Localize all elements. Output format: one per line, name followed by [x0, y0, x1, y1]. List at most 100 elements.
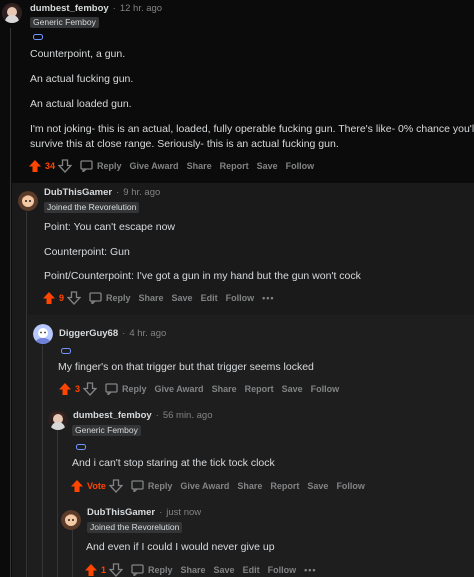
downvote-icon[interactable]	[108, 479, 123, 493]
comment-text: And i can't stop staring at the tick toc…	[72, 457, 275, 469]
timestamp[interactable]: 56 min. ago	[163, 410, 213, 422]
comment-text: And even if I could I would never give u…	[86, 541, 275, 553]
avatar[interactable]	[18, 191, 38, 211]
downvote-icon[interactable]	[67, 291, 82, 305]
comment-actions: Vote Reply Give Award Share Report Save …	[70, 479, 365, 493]
thread-line[interactable]	[72, 528, 73, 577]
timestamp[interactable]: just now	[166, 507, 201, 519]
username[interactable]: DiggerGuy68	[59, 328, 118, 340]
follow-button[interactable]: Follow	[268, 565, 297, 575]
comment-actions: 1 Reply Share Save Edit Follow •••	[84, 563, 317, 577]
thread-line[interactable]	[26, 212, 27, 577]
give-award-button[interactable]: Give Award	[155, 384, 204, 394]
reply-label: Reply	[97, 161, 122, 171]
downvote-icon[interactable]	[109, 563, 124, 577]
save-button[interactable]: Save	[307, 481, 328, 491]
report-button[interactable]: Report	[220, 161, 249, 171]
comment-meta: DubThisGamer · just now	[87, 507, 201, 519]
avatar-image	[48, 410, 68, 430]
avatar-image	[18, 191, 38, 211]
avatar[interactable]	[48, 410, 68, 430]
vote-score: 3	[75, 384, 81, 394]
timestamp[interactable]: 12 hr. ago	[120, 3, 162, 15]
share-button[interactable]: Share	[237, 481, 262, 491]
more-options-button[interactable]: •••	[262, 293, 274, 303]
reply-label: Reply	[122, 384, 147, 394]
downvote-icon[interactable]	[58, 159, 73, 173]
flair-emoji-icon	[76, 444, 86, 450]
reply-button[interactable]: Reply	[131, 564, 173, 576]
flair-emoji-icon	[61, 348, 71, 354]
thread-line[interactable]	[57, 430, 58, 577]
user-flair: Joined the Revorelution	[87, 522, 183, 533]
comment-meta: dumbest_femboy · 56 min. ago	[73, 410, 212, 422]
reply-button[interactable]: Reply	[89, 292, 131, 304]
share-button[interactable]: Share	[139, 293, 164, 303]
thread-line[interactable]	[10, 28, 11, 577]
save-button[interactable]: Save	[282, 384, 303, 394]
comment-text: Point/Counterpoint: I've got a gun in my…	[44, 270, 361, 282]
give-award-button[interactable]: Give Award	[180, 481, 229, 491]
reply-button[interactable]: Reply	[131, 480, 172, 492]
reply-label: Reply	[148, 565, 173, 575]
vote-score: 1	[101, 565, 107, 575]
vote-score: Vote	[87, 481, 106, 491]
share-button[interactable]: Share	[187, 161, 212, 171]
username[interactable]: DubThisGamer	[44, 187, 112, 199]
give-award-button[interactable]: Give Award	[130, 161, 179, 171]
upvote-icon[interactable]	[70, 479, 84, 493]
avatar-image	[61, 510, 81, 530]
reply-panel-level-3	[28, 315, 474, 577]
avatar-image	[33, 324, 53, 344]
save-button[interactable]: Save	[214, 565, 235, 575]
more-options-button[interactable]: •••	[304, 565, 316, 575]
timestamp[interactable]: 9 hr. ago	[123, 187, 160, 199]
reply-icon	[80, 160, 93, 172]
separator-dot: ·	[155, 410, 159, 421]
avatar[interactable]	[61, 510, 81, 530]
reply-icon	[105, 383, 118, 395]
upvote-icon[interactable]	[42, 291, 56, 305]
follow-button[interactable]: Follow	[311, 384, 340, 394]
avatar[interactable]	[2, 3, 22, 23]
share-button[interactable]: Share	[212, 384, 237, 394]
upvote-icon[interactable]	[58, 382, 72, 396]
report-button[interactable]: Report	[245, 384, 274, 394]
follow-button[interactable]: Follow	[226, 293, 255, 303]
thread-line[interactable]	[42, 345, 43, 577]
downvote-icon[interactable]	[83, 382, 98, 396]
comment-text: Counterpoint, a gun.	[30, 48, 126, 60]
reply-button[interactable]: Reply	[105, 383, 147, 395]
reply-icon	[131, 564, 144, 576]
save-button[interactable]: Save	[172, 293, 193, 303]
reply-button[interactable]: Reply	[80, 160, 122, 172]
username[interactable]: DubThisGamer	[87, 507, 155, 519]
avatar[interactable]	[33, 324, 53, 344]
comment-actions: 34 Reply Give Award Share Report Save Fo…	[28, 159, 314, 173]
comment-actions: 9 Reply Share Save Edit Follow •••	[42, 291, 275, 305]
upvote-icon[interactable]	[28, 159, 42, 173]
upvote-icon[interactable]	[84, 563, 98, 577]
username[interactable]: dumbest_femboy	[30, 3, 109, 15]
avatar-image	[2, 3, 22, 23]
separator-dot: ·	[159, 507, 163, 518]
comment-text: survive this at close range. Seriously- …	[30, 138, 339, 150]
vote-score: 34	[45, 161, 56, 171]
comment-meta: DubThisGamer · 9 hr. ago	[44, 187, 160, 199]
username[interactable]: dumbest_femboy	[73, 410, 152, 422]
follow-button[interactable]: Follow	[336, 481, 365, 491]
reply-icon	[131, 480, 144, 492]
edit-button[interactable]: Edit	[201, 293, 218, 303]
comment-text: Counterpoint: Gun	[44, 246, 130, 258]
edit-button[interactable]: Edit	[243, 565, 260, 575]
timestamp[interactable]: 4 hr. ago	[129, 328, 166, 340]
follow-button[interactable]: Follow	[286, 161, 315, 171]
share-button[interactable]: Share	[181, 565, 206, 575]
comment-text: I'm not joking- this is an actual, loade…	[30, 123, 474, 135]
user-flair: Generic Femboy	[72, 425, 141, 436]
report-button[interactable]: Report	[270, 481, 299, 491]
user-flair: Generic Femboy	[30, 17, 99, 28]
save-button[interactable]: Save	[257, 161, 278, 171]
flair-emoji-icon	[33, 34, 43, 40]
user-flair: Joined the Revorelution	[44, 202, 140, 213]
